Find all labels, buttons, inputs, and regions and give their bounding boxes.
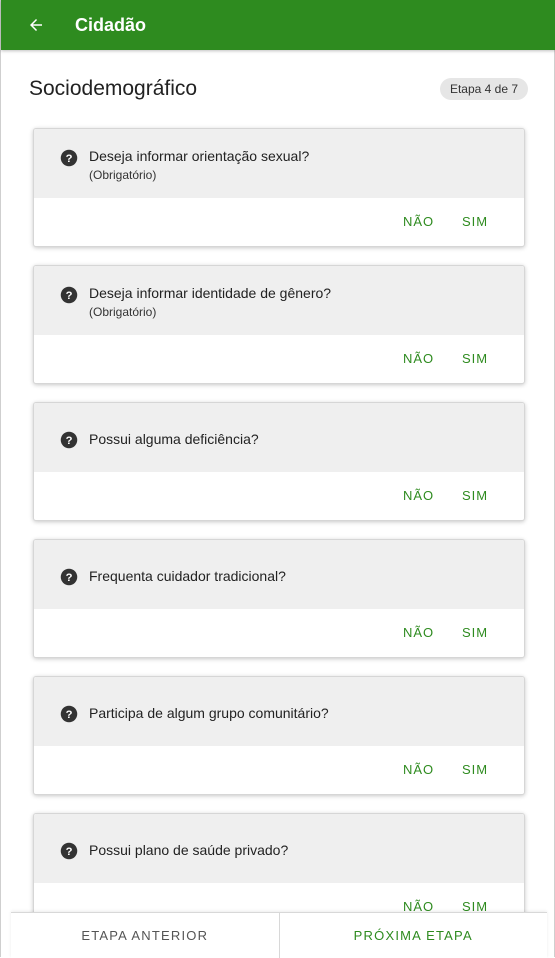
question-text: Possui alguma deficiência? bbox=[89, 431, 259, 447]
question-list: ? Deseja informar orientação sexual? (Ob… bbox=[33, 128, 525, 950]
svg-text:?: ? bbox=[66, 290, 73, 302]
question-actions: NÃO SIM bbox=[34, 746, 524, 794]
help-circle-icon: ? bbox=[60, 286, 78, 304]
svg-text:?: ? bbox=[66, 572, 73, 584]
question-header: ? Participa de algum grupo comunitário? bbox=[34, 677, 524, 746]
question-header: ? Deseja informar orientação sexual? (Ob… bbox=[34, 129, 524, 198]
yes-button[interactable]: SIM bbox=[462, 762, 488, 777]
question-actions: NÃO SIM bbox=[34, 472, 524, 520]
question-text: Deseja informar orientação sexual? bbox=[89, 148, 310, 164]
svg-text:?: ? bbox=[66, 435, 73, 447]
question-text: Possui plano de saúde privado? bbox=[89, 842, 289, 858]
question-card: ? Frequenta cuidador tradicional? NÃO SI… bbox=[33, 539, 525, 658]
no-button[interactable]: NÃO bbox=[403, 762, 434, 777]
no-button[interactable]: NÃO bbox=[403, 214, 434, 229]
question-text: Frequenta cuidador tradicional? bbox=[89, 568, 286, 584]
previous-step-button[interactable]: ETAPA ANTERIOR bbox=[11, 913, 280, 958]
help-circle-icon: ? bbox=[60, 431, 78, 449]
question-card: ? Deseja informar identidade de gênero? … bbox=[33, 265, 525, 384]
page-header: Sociodemográfico Etapa 4 de 7 bbox=[29, 72, 528, 106]
yes-button[interactable]: SIM bbox=[462, 488, 488, 503]
question-card: ? Possui alguma deficiência? NÃO SIM bbox=[33, 402, 525, 521]
question-card: ? Deseja informar orientação sexual? (Ob… bbox=[33, 128, 525, 247]
svg-text:?: ? bbox=[66, 846, 73, 858]
page-title: Sociodemográfico bbox=[29, 77, 198, 100]
question-required-note: (Obrigatório) bbox=[89, 305, 157, 319]
help-circle-icon: ? bbox=[60, 842, 78, 860]
question-header: ? Frequenta cuidador tradicional? bbox=[34, 540, 524, 609]
question-header: ? Possui plano de saúde privado? bbox=[34, 814, 524, 883]
question-header: ? Deseja informar identidade de gênero? … bbox=[34, 266, 524, 335]
step-navigation: ETAPA ANTERIOR PRÓXIMA ETAPA bbox=[11, 912, 547, 958]
question-actions: NÃO SIM bbox=[34, 335, 524, 383]
question-required-note: (Obrigatório) bbox=[89, 168, 157, 182]
yes-button[interactable]: SIM bbox=[462, 214, 488, 229]
no-button[interactable]: NÃO bbox=[403, 625, 434, 640]
svg-text:?: ? bbox=[66, 709, 73, 721]
next-step-button[interactable]: PRÓXIMA ETAPA bbox=[280, 913, 548, 958]
help-circle-icon: ? bbox=[60, 705, 78, 723]
question-actions: NÃO SIM bbox=[34, 198, 524, 246]
help-circle-icon: ? bbox=[60, 568, 78, 586]
no-button[interactable]: NÃO bbox=[403, 351, 434, 366]
question-actions: NÃO SIM bbox=[34, 609, 524, 657]
question-text: Participa de algum grupo comunitário? bbox=[89, 705, 329, 721]
step-badge: Etapa 4 de 7 bbox=[439, 78, 528, 100]
yes-button[interactable]: SIM bbox=[462, 351, 488, 366]
question-text: Deseja informar identidade de gênero? bbox=[89, 285, 332, 301]
app-title: Cidadão bbox=[75, 14, 147, 35]
yes-button[interactable]: SIM bbox=[462, 625, 488, 640]
back-button[interactable] bbox=[19, 8, 53, 42]
question-header: ? Possui alguma deficiência? bbox=[34, 403, 524, 472]
question-card: ? Participa de algum grupo comunitário? … bbox=[33, 676, 525, 795]
svg-text:?: ? bbox=[66, 153, 73, 165]
arrow-left-icon bbox=[30, 19, 42, 31]
help-circle-icon: ? bbox=[60, 149, 78, 167]
no-button[interactable]: NÃO bbox=[403, 488, 434, 503]
app-bar: Cidadão bbox=[1, 0, 555, 50]
